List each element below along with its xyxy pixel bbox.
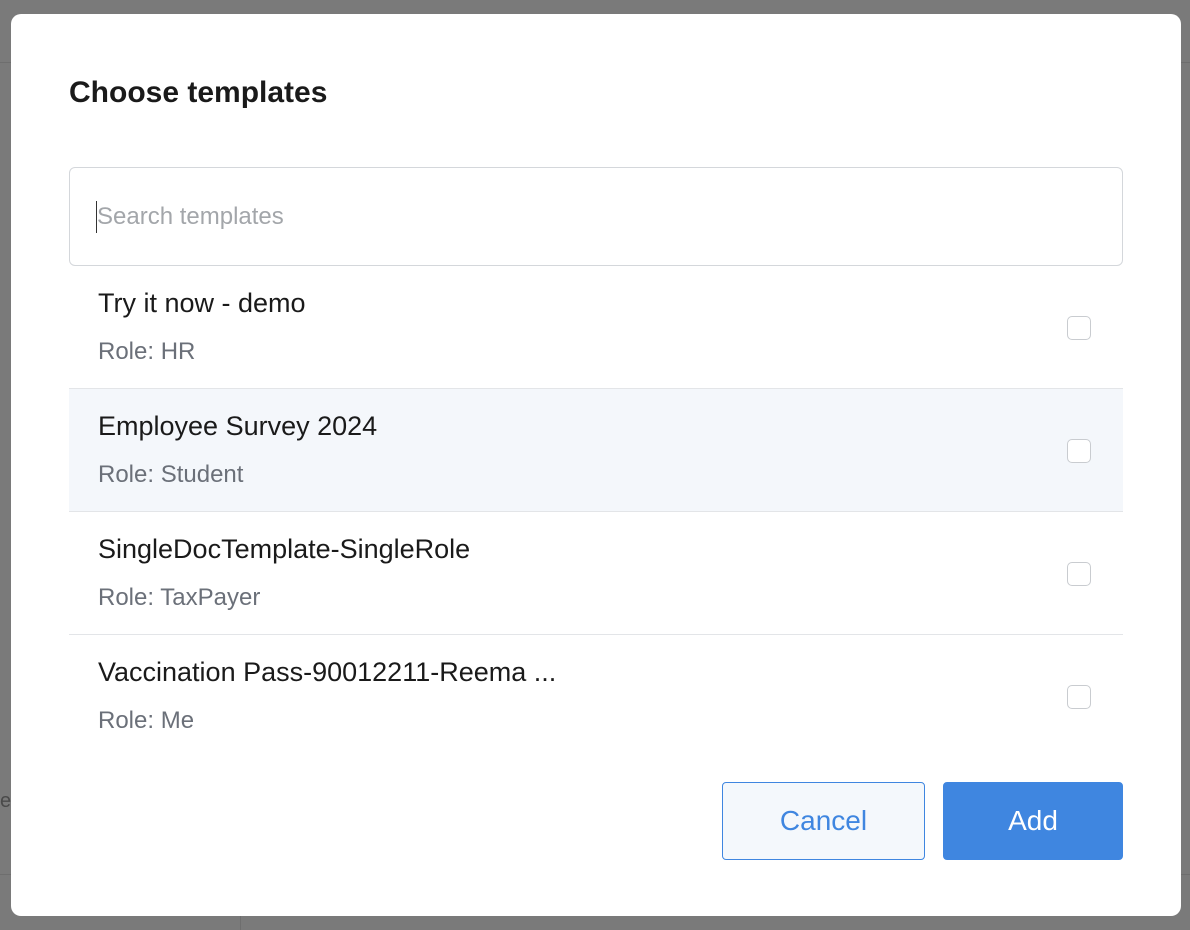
template-name: Vaccination Pass-90012211-Reema ... — [98, 657, 557, 687]
template-role: Role: HR — [98, 338, 196, 365]
template-row[interactable]: Employee Survey 2024 Role: Student — [69, 389, 1123, 512]
template-name: Try it now - demo — [98, 288, 306, 318]
dialog-title: Choose templates — [69, 76, 328, 109]
search-box[interactable] — [69, 167, 1123, 266]
template-checkbox[interactable] — [1067, 316, 1091, 340]
template-row[interactable]: SingleDocTemplate-SingleRole Role: TaxPa… — [69, 512, 1123, 635]
template-row[interactable]: Vaccination Pass-90012211-Reema ... Role… — [69, 635, 1123, 758]
template-name: SingleDocTemplate-SingleRole — [98, 534, 471, 564]
template-name: Employee Survey 2024 — [98, 411, 378, 441]
template-role: Role: Student — [98, 461, 244, 488]
template-role: Role: TaxPayer — [98, 584, 261, 611]
template-list: Try it now - demo Role: HR Employee Surv… — [69, 266, 1123, 758]
template-checkbox[interactable] — [1067, 685, 1091, 709]
cancel-button[interactable]: Cancel — [722, 782, 925, 860]
add-button[interactable]: Add — [943, 782, 1123, 860]
template-row[interactable]: Try it now - demo Role: HR — [69, 266, 1123, 389]
template-checkbox[interactable] — [1067, 439, 1091, 463]
template-role: Role: Me — [98, 707, 195, 734]
search-input[interactable] — [97, 202, 1057, 231]
choose-templates-dialog: Choose templates Try it now - demo Role:… — [11, 14, 1181, 916]
template-checkbox[interactable] — [1067, 562, 1091, 586]
